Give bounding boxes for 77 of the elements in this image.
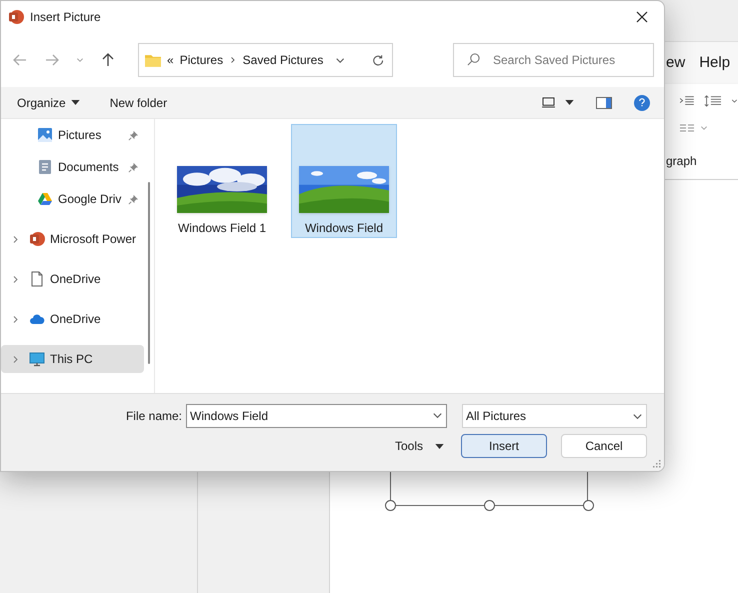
breadcrumb[interactable]: Pictures (180, 51, 224, 69)
app-icon (29, 231, 45, 247)
scrollbar[interactable] (148, 182, 150, 364)
back-arrow-icon (13, 54, 27, 66)
group-label: graph (666, 153, 698, 170)
sidebar-item[interactable]: OneDrive (1, 305, 144, 333)
resize-handle[interactable] (385, 500, 396, 511)
help-button[interactable] (634, 94, 650, 110)
picture-icon (37, 127, 53, 143)
caret-icon (70, 100, 80, 105)
file-icon (29, 271, 45, 287)
sidebar-label: OneDrive (50, 271, 101, 288)
file-name: Windows Field (304, 220, 384, 237)
view-button[interactable] (542, 97, 574, 108)
address-bar[interactable]: « Pictures Saved Pictures (138, 43, 393, 77)
overflow-marker[interactable]: « (167, 51, 174, 69)
chevron-icon (76, 56, 84, 64)
up-arrow-icon (102, 53, 114, 67)
resize-grip-icon[interactable] (653, 460, 661, 468)
pin-icon (128, 130, 139, 140)
window-title: Insert Picture (30, 9, 101, 26)
pin-icon (128, 162, 139, 172)
file-name: Windows Field 1 (178, 220, 266, 237)
close-icon (636, 11, 648, 23)
preview-pane-button[interactable] (596, 96, 612, 108)
pin-icon (128, 194, 139, 204)
file-tile[interactable]: Windows Field (291, 124, 397, 238)
ribbon-tab[interactable]: Help (699, 52, 730, 74)
sidebar-item[interactable]: OneDrive (1, 265, 144, 293)
sidebar-label: Microsoft Power (50, 231, 136, 248)
file-tile[interactable]: Windows Field 1 (169, 124, 275, 238)
line-spacing-icon (704, 94, 722, 108)
cancel-button[interactable]: Cancel (561, 434, 647, 458)
new-folder-button[interactable]: New folder (110, 94, 168, 112)
expand-icon (10, 234, 20, 244)
sidebar-label: Documents (58, 159, 119, 176)
separator-icon (229, 56, 237, 64)
help-icon (639, 98, 645, 107)
expand-icon (10, 274, 20, 284)
file-type-dropdown[interactable]: All Pictures (462, 404, 647, 428)
sidebar-label: Pictures (58, 127, 102, 144)
refresh-icon[interactable] (372, 54, 384, 66)
tools-button[interactable]: Tools (394, 437, 444, 455)
file-name-field[interactable]: Windows Field (186, 404, 447, 428)
indent-icon (680, 94, 694, 108)
chevron-icon (700, 124, 708, 132)
drive-icon (37, 191, 53, 207)
chevron-icon (731, 97, 738, 105)
ribbon-tab[interactable]: ew (666, 52, 686, 74)
preview-pane-icon (596, 96, 612, 108)
sidebar-item[interactable]: Microsoft Power (1, 225, 144, 253)
sidebar-item[interactable]: Documents (1, 153, 144, 181)
expand-icon (10, 354, 20, 364)
folder-icon (145, 54, 162, 66)
resize-handle[interactable] (484, 500, 495, 511)
sidebar-label: Google Driv (58, 191, 122, 208)
document-icon (37, 159, 53, 175)
caret-icon (565, 100, 574, 105)
breadcrumb[interactable]: Saved Pictures (242, 51, 324, 69)
file-name-label: File name: (126, 408, 182, 425)
columns-icon (680, 124, 694, 132)
expand-icon (10, 314, 20, 324)
forward-arrow-icon (45, 54, 59, 66)
app-icon (8, 9, 24, 25)
search-icon (467, 53, 480, 66)
insert-button[interactable]: Insert (461, 434, 547, 458)
sidebar-item[interactable]: Pictures (1, 121, 144, 149)
view-icon (542, 97, 555, 108)
resize-handle[interactable] (583, 500, 594, 511)
organize-button[interactable]: Organize (17, 94, 80, 112)
monitor-icon (29, 351, 45, 367)
sidebar-label: OneDrive (50, 311, 101, 328)
caret-icon (435, 444, 444, 448)
search-field[interactable]: Search Saved Pictures (453, 43, 654, 77)
sidebar-item[interactable]: Google Driv (1, 185, 144, 213)
sidebar-item[interactable]: This PC (1, 345, 144, 373)
sidebar-label: This PC (50, 351, 93, 368)
